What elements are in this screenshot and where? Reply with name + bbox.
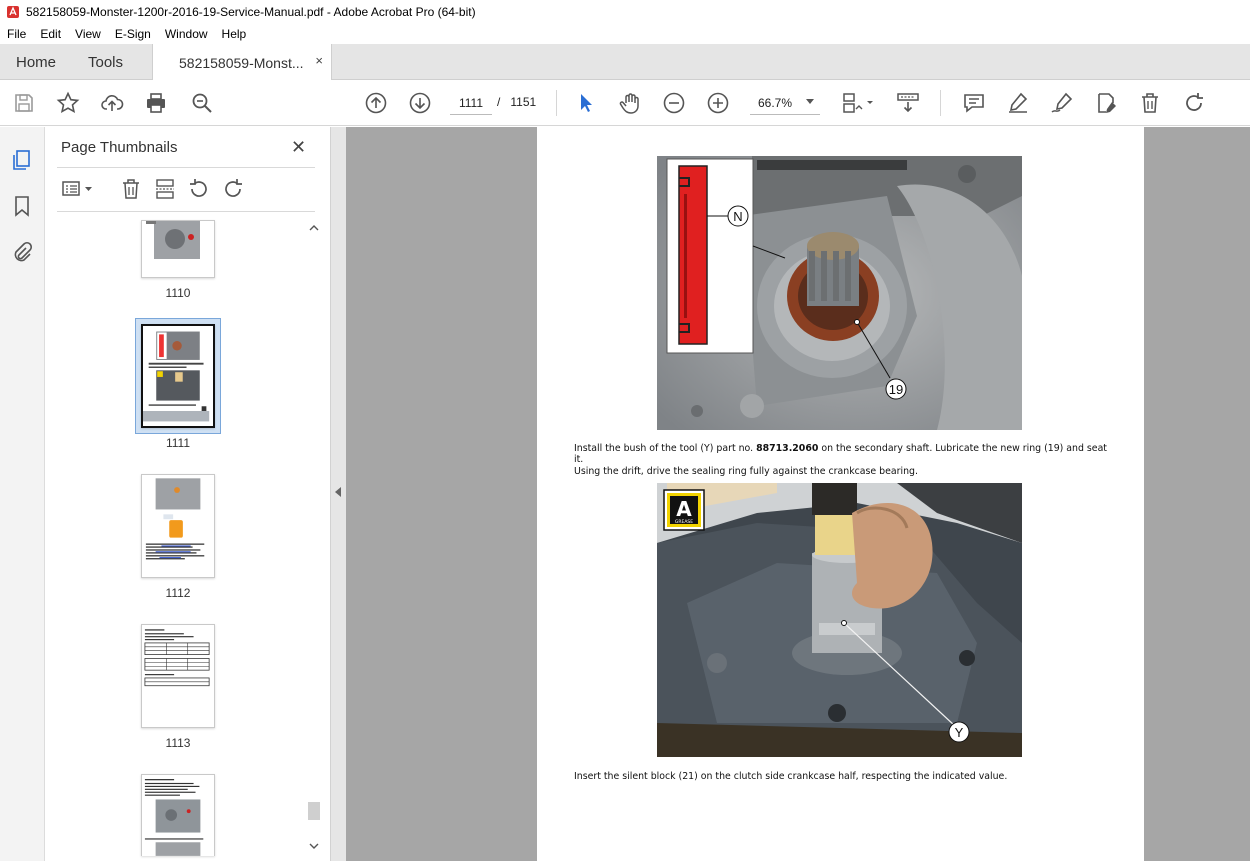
chevron-down-icon	[806, 99, 814, 104]
zoom-out-icon[interactable]	[662, 91, 686, 115]
menu-esign[interactable]: E-Sign	[108, 27, 158, 41]
next-page-icon[interactable]	[408, 91, 432, 115]
instruction-paragraph-2: Using the drift, drive the sealing ring …	[574, 466, 918, 477]
page-separator: /	[497, 95, 501, 109]
menu-help[interactable]: Help	[215, 27, 254, 41]
menu-view[interactable]: View	[68, 27, 108, 41]
grease-badge-letter: A	[676, 497, 692, 521]
callout-19-label: 19	[889, 382, 903, 397]
callout-y-label: Y	[955, 725, 964, 740]
comment-icon[interactable]	[962, 91, 986, 115]
scrollbar-thumb[interactable]	[308, 802, 320, 820]
tab-document-label: 582158059-Monst...	[179, 54, 304, 71]
save-icon[interactable]	[12, 91, 36, 115]
instruction-paragraph-1: Install the bush of the tool (Y) part no…	[574, 443, 1114, 465]
menu-file[interactable]: File	[0, 27, 33, 41]
upload-cloud-icon[interactable]	[100, 91, 124, 115]
toolbar-divider	[940, 90, 941, 116]
thumbnail-page-label: 1110	[165, 286, 191, 300]
title-bar: 582158059-Monster-1200r-2016-19-Service-…	[0, 0, 1250, 24]
panel-close-icon[interactable]: ✕	[291, 137, 306, 158]
grease-badge-word: GREASE	[675, 519, 693, 525]
delete-trash-icon[interactable]	[1138, 91, 1162, 115]
tab-tools[interactable]: Tools	[88, 44, 123, 80]
select-cursor-icon[interactable]	[574, 91, 598, 115]
window-title: 582158059-Monster-1200r-2016-19-Service-…	[26, 5, 476, 19]
thumbnails-scrollbar[interactable]	[307, 223, 321, 855]
paragraph-1-text: Install the bush of the tool (Y) part no…	[574, 443, 757, 454]
acrobat-app-icon	[7, 6, 19, 18]
page-thumbnail[interactable]	[141, 624, 215, 728]
instruction-paragraph-3: Insert the silent block (21) on the clut…	[574, 771, 1008, 782]
highlight-pen-icon[interactable]	[1006, 91, 1030, 115]
thumbnail-options-icon[interactable]	[61, 178, 95, 200]
page-thumbnail[interactable]	[141, 220, 215, 278]
menu-window[interactable]: Window	[158, 27, 215, 41]
print-icon[interactable]	[144, 91, 168, 115]
toolbar-divider	[556, 90, 557, 116]
collapse-arrow-icon	[335, 487, 341, 497]
thumbnail-page-label: 1112	[165, 586, 191, 600]
zoom-level-select[interactable]: 66.7%	[750, 91, 820, 115]
oil-seal-photo: N 19	[657, 156, 1022, 430]
tab-home[interactable]: Home	[16, 44, 56, 80]
panel-title: Page Thumbnails	[61, 139, 178, 156]
page-thumbnail[interactable]	[141, 474, 215, 578]
callout-n-label: N	[733, 209, 742, 224]
left-navigation-rail	[0, 127, 45, 861]
rotate-right-icon[interactable]	[222, 178, 244, 200]
previous-page-icon[interactable]	[364, 91, 388, 115]
page-display-icon[interactable]	[840, 91, 876, 115]
total-pages: 1151	[510, 95, 537, 109]
hand-tool-icon[interactable]	[618, 91, 642, 115]
scroll-mode-icon[interactable]	[896, 91, 920, 115]
thumbnails-panel: Page Thumbnails ✕ 1110 1111 1112 1113	[45, 127, 330, 861]
panel-collapse-handle[interactable]	[330, 127, 346, 861]
tab-close-icon[interactable]: ×	[315, 53, 323, 68]
pdf-page: N 19 Install the bush of the tool (Y) pa…	[537, 127, 1144, 861]
main-toolbar: 1111 / 1151 66.7%	[0, 80, 1250, 126]
page-thumbnail[interactable]	[141, 774, 215, 856]
page-number-input[interactable]: 1111	[450, 91, 492, 115]
rotate-redo-icon[interactable]	[1182, 91, 1206, 115]
sign-pen-icon[interactable]	[1050, 91, 1074, 115]
extract-page-icon[interactable]	[154, 178, 176, 200]
bookmark-star-icon[interactable]	[56, 91, 80, 115]
panel-divider	[57, 211, 315, 212]
page-count: / 1151	[497, 95, 536, 109]
zoom-in-icon[interactable]	[706, 91, 730, 115]
thumbnail-page-label: 1111	[165, 436, 191, 450]
zoom-search-icon[interactable]	[190, 91, 214, 115]
drift-tool-photo: A GREASE Y	[657, 483, 1022, 757]
zoom-level-value: 66.7%	[758, 95, 793, 110]
menu-bar: File Edit View E-Sign Window Help	[0, 24, 1250, 44]
rotate-left-icon[interactable]	[188, 178, 210, 200]
tab-document[interactable]: 582158059-Monst... ×	[152, 44, 332, 81]
attachments-paperclip-icon[interactable]	[11, 241, 33, 263]
tab-bar: Home Tools 582158059-Monst... ×	[0, 44, 1250, 81]
page-thumbnail-selected[interactable]	[141, 324, 215, 428]
panel-divider	[57, 167, 315, 168]
bookmarks-icon[interactable]	[11, 195, 33, 217]
edit-pdf-icon[interactable]	[1094, 91, 1118, 115]
document-viewport[interactable]: N 19 Install the bush of the tool (Y) pa…	[346, 127, 1250, 861]
part-number: 88713.2060	[756, 443, 819, 454]
thumbnail-page-label: 1113	[165, 736, 191, 750]
page-thumbnails-icon[interactable]	[11, 149, 33, 171]
menu-edit[interactable]: Edit	[33, 27, 68, 41]
delete-page-icon[interactable]	[120, 178, 142, 200]
